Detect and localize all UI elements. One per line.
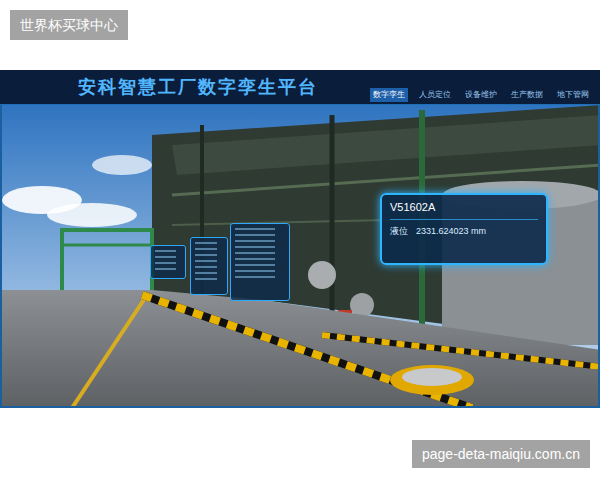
panel-line: [195, 278, 217, 280]
nav-item[interactable]: 地下管网: [554, 88, 592, 102]
panel-line: [195, 242, 217, 244]
nav-item[interactable]: 生产数据: [508, 88, 546, 102]
panel-line: [235, 228, 275, 230]
tag-divider: [390, 219, 538, 220]
tag-name: V51602A: [390, 200, 538, 214]
panel-line: [195, 260, 217, 262]
panel-line: [235, 264, 275, 266]
panel-line: [195, 248, 217, 250]
panel-line: [235, 258, 275, 260]
nav-item[interactable]: 人员定位: [416, 88, 454, 102]
panel-line: [155, 262, 176, 264]
panel-line: [235, 240, 275, 242]
panel-line: [195, 254, 217, 256]
nav-item[interactable]: 设备维护: [462, 88, 500, 102]
nav-item[interactable]: 数字孪生: [370, 88, 408, 102]
tag-panel: V51602A 液位 2331.624023 mm: [380, 193, 548, 265]
tag-reading: 液位 2331.624023 mm: [390, 225, 538, 237]
panel-line: [195, 272, 217, 274]
tag-label: 液位: [390, 225, 408, 237]
top-area: 世界杯买球中心: [0, 0, 600, 70]
platform-title: 安科智慧工厂数字孪生平台: [78, 74, 318, 101]
tag-value: 2331.624023 mm: [416, 225, 486, 237]
page: 世界杯买球中心安科智慧工厂数字孪生平台数字孪生人员定位设备维护生产数据地下管网 V…: [0, 0, 600, 480]
bottom-area: page-deta-maiqiu.com.cn: [0, 408, 600, 480]
panel-line: [155, 250, 176, 252]
panel-line: [235, 252, 275, 254]
panel-line: [235, 270, 275, 272]
nav-bar: 数字孪生人员定位设备维护生产数据地下管网: [370, 88, 592, 102]
panel-line: [155, 256, 176, 258]
header-bar: 安科智慧工厂数字孪生平台数字孪生人员定位设备维护生产数据地下管网: [0, 70, 600, 105]
panel-line: [195, 266, 217, 268]
panel-line: [235, 234, 275, 236]
scene-view: V51602A 液位 2331.624023 mm: [0, 105, 600, 408]
tag-panel-small: [230, 223, 290, 301]
platform-screenshot: 安科智慧工厂数字孪生平台数字孪生人员定位设备维护生产数据地下管网 V51602A 液…: [0, 70, 600, 408]
panel-line: [155, 268, 176, 270]
watermark-bottom: page-deta-maiqiu.com.cn: [412, 440, 590, 468]
panel-line: [235, 276, 275, 278]
tag-panel-small: [150, 245, 186, 279]
tag-panel-small: [190, 237, 228, 295]
watermark-top: 世界杯买球中心: [10, 10, 128, 40]
panel-line: [235, 246, 275, 248]
